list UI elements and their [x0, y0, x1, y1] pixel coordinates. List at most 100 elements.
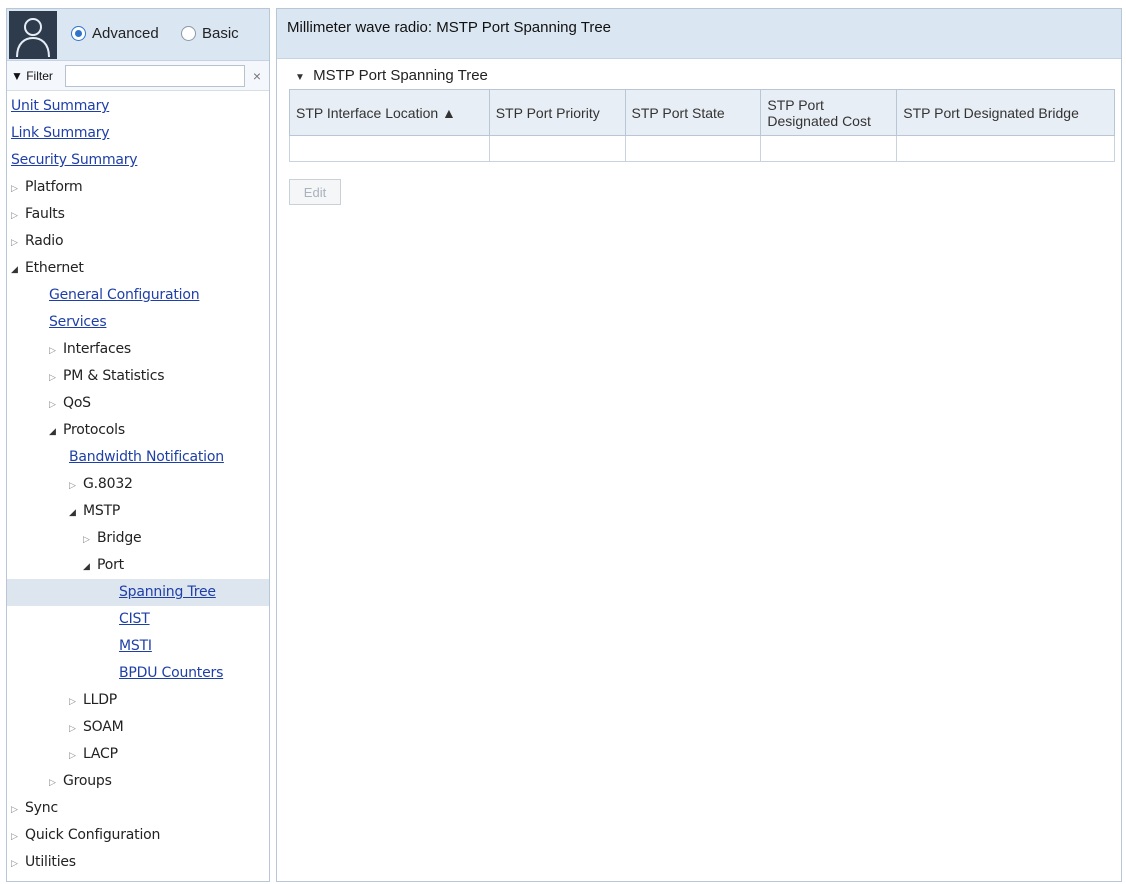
tree-item-label[interactable]: CIST: [119, 611, 150, 627]
tree-item-label[interactable]: Bandwidth Notification: [69, 449, 224, 465]
tree-item-label: Utilities: [25, 854, 76, 870]
tree-item-unit-summary[interactable]: Unit Summary: [7, 93, 269, 120]
filter-toggle[interactable]: ▼ Filter: [11, 69, 53, 83]
tree-item-qos[interactable]: ▷ QoS: [7, 390, 269, 417]
tree-item-mstp[interactable]: ◢ MSTP: [7, 498, 269, 525]
tree-item-lacp[interactable]: ▷ LACP: [7, 741, 269, 768]
tree-item-bpdu-counters[interactable]: BPDU Counters: [7, 660, 269, 687]
tree-item-port[interactable]: ◢ Port: [7, 552, 269, 579]
main-panel: Millimeter wave radio: MSTP Port Spannin…: [276, 8, 1122, 882]
tree-item-label: Radio: [25, 233, 64, 249]
tree-item-general-configuration[interactable]: General Configuration: [7, 282, 269, 309]
column-header[interactable]: STP Port State: [624, 89, 762, 136]
tree-item-label[interactable]: MSTI: [119, 638, 152, 654]
edit-button[interactable]: Edit: [289, 179, 341, 205]
sidebar-header: Advanced Basic: [7, 9, 269, 61]
tree-item-g-8032[interactable]: ▷ G.8032: [7, 471, 269, 498]
collapsed-arrow-icon[interactable]: ▷: [11, 203, 25, 230]
collapsed-arrow-icon[interactable]: ▷: [69, 473, 83, 500]
tree-item-security-summary[interactable]: Security Summary: [7, 147, 269, 174]
collapsed-arrow-icon[interactable]: ▷: [49, 338, 63, 365]
section-title: MSTP Port Spanning Tree: [313, 67, 488, 84]
collapsed-arrow-icon[interactable]: ▷: [49, 365, 63, 392]
column-header[interactable]: STP Port Priority: [488, 89, 626, 136]
collapse-triangle-icon[interactable]: ▼: [295, 72, 305, 83]
radio-basic-icon[interactable]: [181, 26, 196, 41]
tree-item-quick-configuration[interactable]: ▷ Quick Configuration: [7, 822, 269, 849]
tree-item-utilities[interactable]: ▷ Utilities: [7, 849, 269, 876]
tree-item-label: SOAM: [83, 719, 124, 735]
tree-item-label: PM & Statistics: [63, 368, 165, 384]
tree-item-label: Sync: [25, 800, 58, 816]
tree-item-label: Groups: [63, 773, 112, 789]
tree-item-link-summary[interactable]: Link Summary: [7, 120, 269, 147]
clear-filter-icon[interactable]: ×: [247, 65, 267, 87]
tree-item-label[interactable]: Services: [49, 314, 107, 330]
column-header[interactable]: STP Port Designated Bridge: [896, 89, 1115, 136]
mode-advanced-label: Advanced: [92, 25, 159, 42]
navigation-sidebar: Advanced Basic ▼ Filter × Unit Summary Li…: [6, 8, 270, 882]
tree-item-label: MSTP: [83, 503, 121, 519]
tree-item-label: Bridge: [97, 530, 142, 546]
tree-item-label: LACP: [83, 746, 118, 762]
tree-item-pm-statistics[interactable]: ▷ PM & Statistics: [7, 363, 269, 390]
tree-item-label[interactable]: Unit Summary: [11, 98, 109, 114]
tree-item-groups[interactable]: ▷ Groups: [7, 768, 269, 795]
tree-item-bandwidth-notification[interactable]: Bandwidth Notification: [7, 444, 269, 471]
radio-advanced-icon[interactable]: [71, 26, 86, 41]
collapsed-arrow-icon[interactable]: ▷: [83, 527, 97, 554]
tree-item-label: G.8032: [83, 476, 133, 492]
collapsed-arrow-icon[interactable]: ▷: [69, 689, 83, 716]
collapsed-arrow-icon[interactable]: ▷: [11, 851, 25, 878]
collapsed-arrow-icon[interactable]: ▷: [69, 716, 83, 743]
mode-basic-radio[interactable]: Basic: [181, 25, 239, 42]
collapsed-arrow-icon[interactable]: ▷: [49, 770, 63, 797]
collapsed-arrow-icon[interactable]: ▷: [11, 176, 25, 203]
tree-item-msti[interactable]: MSTI: [7, 633, 269, 660]
tree-item-label[interactable]: Spanning Tree: [119, 584, 216, 600]
column-header[interactable]: STP Interface Location ▲: [289, 89, 490, 136]
filter-bar: ▼ Filter ×: [7, 61, 269, 91]
filter-input[interactable]: [65, 65, 245, 87]
collapsed-arrow-icon[interactable]: ▷: [11, 824, 25, 851]
collapsed-arrow-icon[interactable]: ▷: [11, 230, 25, 257]
expanded-arrow-icon[interactable]: ◢: [83, 554, 97, 581]
tree-item-cist[interactable]: CIST: [7, 606, 269, 633]
column-header[interactable]: STP Port Designated Cost: [760, 89, 898, 136]
tree-item-label: Interfaces: [63, 341, 131, 357]
tree-item-label[interactable]: BPDU Counters: [119, 665, 223, 681]
mode-advanced-radio[interactable]: Advanced: [71, 25, 159, 42]
tree-item-ethernet[interactable]: ◢ Ethernet: [7, 255, 269, 282]
tree-item-label: LLDP: [83, 692, 118, 708]
tree-item-lldp[interactable]: ▷ LLDP: [7, 687, 269, 714]
tree-item-soam[interactable]: ▷ SOAM: [7, 714, 269, 741]
expanded-arrow-icon[interactable]: ◢: [49, 419, 63, 446]
tree-item-interfaces[interactable]: ▷ Interfaces: [7, 336, 269, 363]
table-row[interactable]: [289, 135, 1115, 162]
tree-item-label[interactable]: Link Summary: [11, 125, 110, 141]
tree-item-label[interactable]: General Configuration: [49, 287, 200, 303]
tree-item-protocols[interactable]: ◢ Protocols: [7, 417, 269, 444]
tree-item-bridge[interactable]: ▷ Bridge: [7, 525, 269, 552]
tree-item-label: Protocols: [63, 422, 125, 438]
page-title: Millimeter wave radio: MSTP Port Spannin…: [277, 9, 1121, 59]
tree-item-platform[interactable]: ▷ Platform: [7, 174, 269, 201]
expanded-arrow-icon[interactable]: ◢: [11, 257, 25, 284]
collapsed-arrow-icon[interactable]: ▷: [49, 392, 63, 419]
tree-item-faults[interactable]: ▷ Faults: [7, 201, 269, 228]
collapsed-arrow-icon[interactable]: ▷: [11, 797, 25, 824]
tree-item-radio[interactable]: ▷ Radio: [7, 228, 269, 255]
tree-item-label[interactable]: Security Summary: [11, 152, 138, 168]
section-toggle[interactable]: ▼ MSTP Port Spanning Tree: [295, 67, 488, 84]
tree-item-label: QoS: [63, 395, 91, 411]
mode-basic-label: Basic: [202, 25, 239, 42]
tree-item-services[interactable]: Services: [7, 309, 269, 336]
expanded-arrow-icon[interactable]: ◢: [69, 500, 83, 527]
tree-item-spanning-tree[interactable]: Spanning Tree: [7, 579, 269, 606]
collapsed-arrow-icon[interactable]: ▷: [69, 743, 83, 770]
tree-item-sync[interactable]: ▷ Sync: [7, 795, 269, 822]
user-silhouette-icon: [9, 11, 57, 59]
tree-item-label: Port: [97, 557, 124, 573]
tree-item-label: Ethernet: [25, 260, 84, 276]
table-cell: [289, 135, 490, 162]
